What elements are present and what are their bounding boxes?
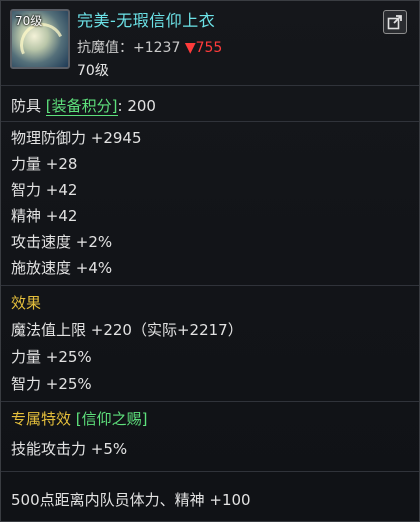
divider [1,401,419,402]
link-share-button[interactable] [383,10,407,34]
divider [1,85,419,86]
item-icon: 70级 [10,9,70,69]
divider [1,285,419,286]
resist-plus: +1237 [133,40,181,56]
special-effect-row: 专属特效 [信仰之赐] [11,408,148,429]
tooltip-header: 70级 完美-无瑕信仰上衣 抗魔值：+1237 ▼755 70级 [1,1,419,83]
stat-line: 物理防御力 +2945 [11,129,142,147]
effect-title: 效果 [11,294,42,312]
stat-line: 力量 +28 [11,155,78,173]
resist-label: 抗魔值： [77,40,133,56]
equipment-score-label: [装备积分] [45,97,118,116]
magic-resist-row: 抗魔值：+1237 ▼755 [77,37,222,57]
divider [1,471,419,472]
effect-line: 智力 +25% [11,375,92,393]
effect-line: 力量 +25% [11,348,92,366]
armor-type: 防具 [11,97,42,115]
stat-line: 施放速度 +4% [11,259,113,277]
special-effect-title: 专属特效 [11,410,72,428]
party-buff-line: 500点距离内队员体力、精神 +100 [11,491,251,509]
level-requirement: 70级 [77,63,109,79]
resist-down: ▼755 [184,40,223,56]
share-icon [387,15,402,30]
stat-line: 攻击速度 +2% [11,233,113,251]
armor-score-row: 防具 [装备积分]: 200 [11,95,156,116]
icon-level-badge: 70级 [15,14,43,28]
divider [1,121,419,122]
item-name: 完美-无瑕信仰上衣 [77,11,216,30]
effect-line: 魔法值上限 +220（实际+2217） [11,321,243,339]
item-tooltip: 70级 完美-无瑕信仰上衣 抗魔值：+1237 ▼755 70级 防具 [装备积… [0,0,420,522]
equipment-score-value: : 200 [117,97,156,115]
special-effect-line: 技能攻击力 +5% [11,440,128,458]
special-effect-name: [信仰之赐] [75,410,148,428]
stat-line: 精神 +42 [11,207,78,225]
stat-line: 智力 +42 [11,181,78,199]
